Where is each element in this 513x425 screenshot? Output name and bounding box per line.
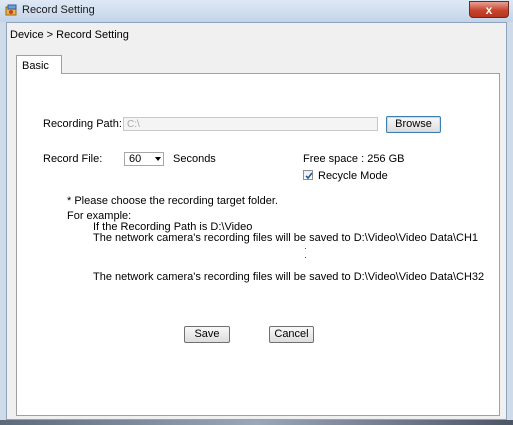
title-bar[interactable]: Record Setting x <box>0 0 513 22</box>
example-line-2: The network camera's recording files wil… <box>93 232 479 244</box>
tab-basic[interactable]: Basic <box>16 55 62 74</box>
recycle-mode-checkbox[interactable] <box>303 170 313 180</box>
info-note: * Please choose the recording target fol… <box>67 195 278 207</box>
close-icon: x <box>485 3 493 17</box>
chevron-down-icon <box>155 157 161 161</box>
browse-button[interactable]: Browse <box>386 116 441 133</box>
close-button[interactable]: x <box>469 1 509 18</box>
cancel-button[interactable]: Cancel <box>269 326 314 343</box>
checkmark-icon <box>305 172 313 180</box>
record-file-select[interactable]: 60 <box>124 152 164 166</box>
record-setting-window: Record Setting x Device > Record Setting… <box>0 0 513 425</box>
ellipsis-dot <box>305 257 306 258</box>
breadcrumb: Device > Record Setting <box>10 29 129 41</box>
window-title: Record Setting <box>22 4 95 16</box>
window-bottom-edge <box>0 420 513 425</box>
tab-basic-label: Basic <box>22 60 49 72</box>
basic-tab-panel: Recording Path: Browse Record File: 60 S… <box>16 73 500 416</box>
example-line-3: The network camera's recording files wil… <box>93 271 485 283</box>
client-area: Device > Record Setting Basic Recording … <box>6 22 507 420</box>
app-icon <box>5 4 18 17</box>
recording-path-label: Recording Path: <box>43 118 122 130</box>
free-space-text: Free space : 256 GB <box>303 153 405 165</box>
ellipsis-dot <box>305 248 306 249</box>
record-file-value: 60 <box>129 153 142 165</box>
record-file-label: Record File: <box>43 153 103 165</box>
save-button[interactable]: Save <box>184 326 230 343</box>
recycle-mode-label: Recycle Mode <box>318 170 388 182</box>
record-file-unit: Seconds <box>173 153 216 165</box>
recording-path-input[interactable] <box>123 117 378 131</box>
